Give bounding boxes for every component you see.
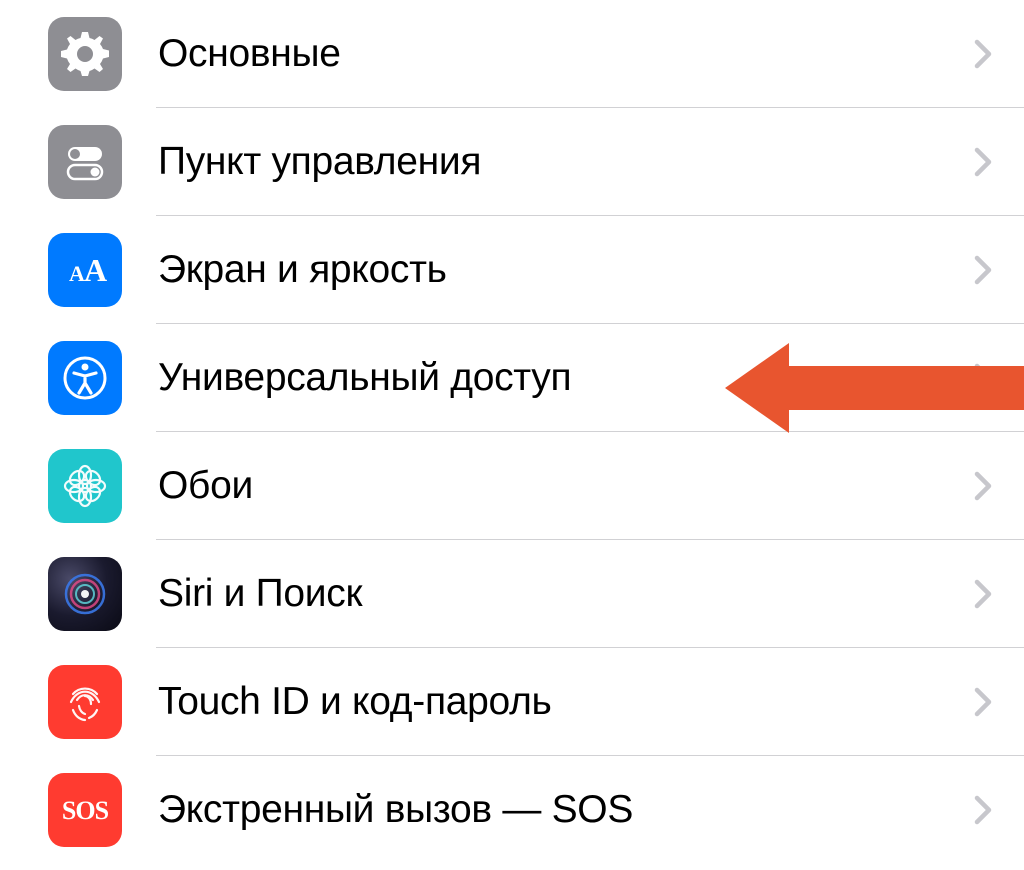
row-accessibility-label: Универсальный доступ [158,356,974,400]
chevron-right-icon [974,471,992,501]
row-touch-id-label: Touch ID и код-пароль [158,680,974,724]
row-display-label: Экран и яркость [158,248,974,292]
gear-icon [48,17,122,91]
row-accessibility[interactable]: Универсальный доступ [0,324,1024,432]
chevron-right-icon [974,795,992,825]
sos-icon: SOS [48,773,122,847]
wallpaper-icon [48,449,122,523]
row-control-center-label: Пункт управления [158,140,974,184]
svg-text:A: A [84,252,107,288]
row-emergency-sos-label: Экстренный вызов — SOS [158,788,974,832]
toggles-icon [48,125,122,199]
row-wallpaper[interactable]: Обои [0,432,1024,540]
svg-text:SOS: SOS [62,796,109,825]
chevron-right-icon [974,147,992,177]
row-emergency-sos[interactable]: SOS Экстренный вызов — SOS [0,756,1024,864]
row-siri-label: Siri и Поиск [158,572,974,616]
chevron-right-icon [974,579,992,609]
row-general[interactable]: Основные [0,0,1024,108]
row-display[interactable]: A A Экран и яркость [0,216,1024,324]
accessibility-icon [48,341,122,415]
row-control-center[interactable]: Пункт управления [0,108,1024,216]
chevron-right-icon [974,39,992,69]
settings-list: Основные Пункт управления A [0,0,1024,864]
row-siri[interactable]: Siri и Поиск [0,540,1024,648]
chevron-right-icon [974,363,992,393]
text-size-icon: A A [48,233,122,307]
svg-text:A: A [69,261,85,286]
row-wallpaper-label: Обои [158,464,974,508]
fingerprint-icon [48,665,122,739]
chevron-right-icon [974,687,992,717]
chevron-right-icon [974,255,992,285]
row-general-label: Основные [158,32,974,76]
row-touch-id[interactable]: Touch ID и код-пароль [0,648,1024,756]
siri-icon [48,557,122,631]
